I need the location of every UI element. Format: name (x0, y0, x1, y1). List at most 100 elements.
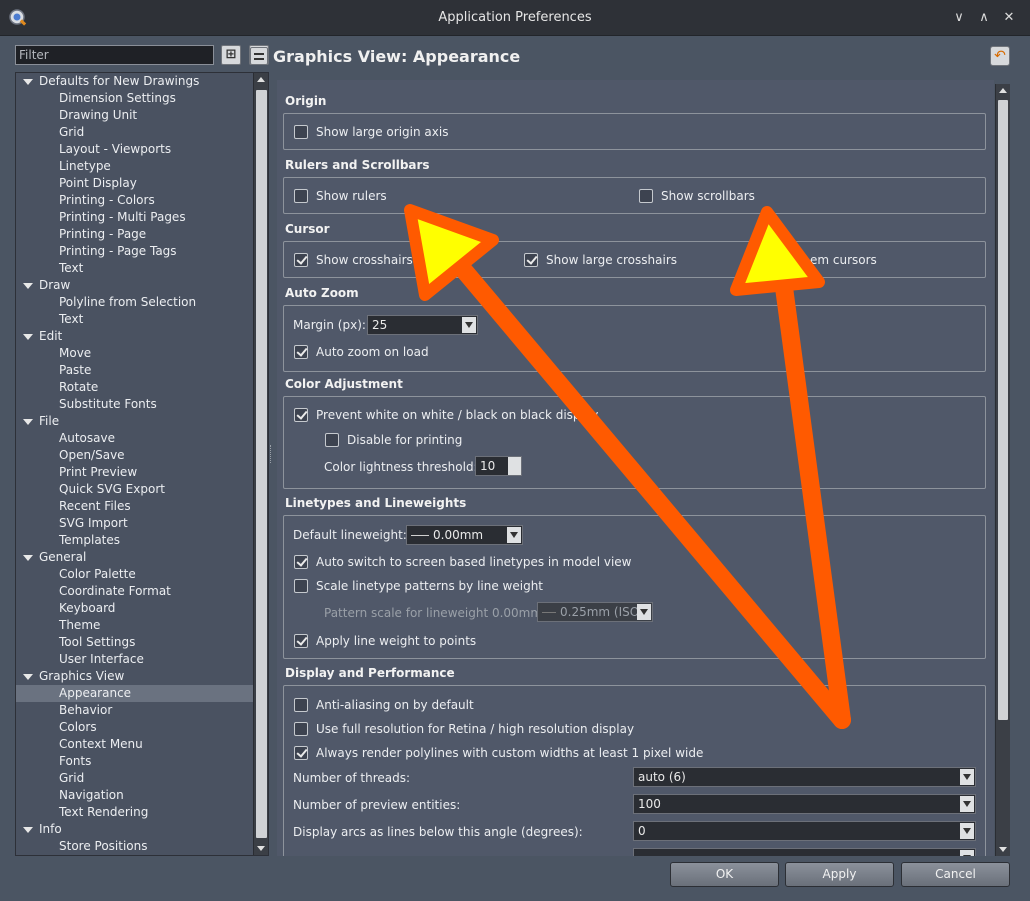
tree-item-color-palette[interactable]: Color Palette (16, 566, 254, 583)
settings-tree[interactable]: Defaults for New Drawings Dimension Setti… (15, 72, 269, 856)
expand-arrow-icon[interactable] (23, 334, 33, 340)
tree-item-printing-colors[interactable]: Printing - Colors (16, 192, 254, 209)
tree-item-behavior[interactable]: Behavior (16, 702, 254, 719)
tree-group-defaults-for-new-drawings[interactable]: Defaults for New Drawings (16, 73, 254, 90)
tree-scrollbar[interactable] (253, 73, 268, 855)
apply-button[interactable]: Apply (785, 862, 894, 887)
tree-item-point-display[interactable]: Point Display (16, 175, 254, 192)
pattern-scale-combo[interactable]: 0.25mm (ISO) (537, 602, 653, 622)
page-collapse-icon[interactable] (250, 47, 268, 65)
filter-input[interactable] (15, 45, 214, 65)
tree-group-edit[interactable]: Edit (16, 328, 254, 345)
tree-item-text[interactable]: Text (16, 260, 254, 277)
splitter-handle[interactable] (270, 445, 272, 463)
lightness-threshold-spinbox[interactable]: 10 (475, 456, 522, 476)
dropdown-arrow-icon[interactable] (507, 527, 521, 543)
dropdown-arrow-icon[interactable] (462, 317, 476, 333)
tree-item-templates[interactable]: Templates (16, 532, 254, 549)
checkbox-icon[interactable] (294, 698, 308, 712)
tree-item-coordinate-format[interactable]: Coordinate Format (16, 583, 254, 600)
checkbox-icon[interactable] (294, 125, 308, 139)
tree-item-polyline-from-selection[interactable]: Polyline from Selection (16, 294, 254, 311)
checkbox-icon[interactable] (294, 189, 308, 203)
checkbox-icon[interactable] (294, 634, 308, 648)
scroll-down-icon[interactable] (999, 847, 1007, 852)
tree-item-printing-page[interactable]: Printing - Page (16, 226, 254, 243)
tree-item-autosave[interactable]: Autosave (16, 430, 254, 447)
tree-item-linetype[interactable]: Linetype (16, 158, 254, 175)
content-scrollbar[interactable] (995, 84, 1010, 856)
checkbox-icon[interactable] (294, 579, 308, 593)
threads-combo[interactable]: auto (6) (633, 767, 976, 787)
tree-item-move[interactable]: Move (16, 345, 254, 362)
spin-up-icon[interactable] (508, 457, 521, 466)
expand-arrow-icon[interactable] (23, 79, 33, 85)
dropdown-arrow-icon[interactable] (960, 796, 974, 812)
tree-item-layout-viewports[interactable]: Layout - Viewports (16, 141, 254, 158)
reset-button[interactable]: ↶ (990, 46, 1010, 66)
tree-item-substitute-fonts[interactable]: Substitute Fonts (16, 396, 254, 413)
checkbox-icon[interactable] (524, 253, 538, 267)
checkbox-icon[interactable] (294, 345, 308, 359)
expand-arrow-icon[interactable] (23, 555, 33, 561)
tree-item-user-interface[interactable]: User Interface (16, 651, 254, 668)
margin-combo[interactable]: 25 (367, 315, 478, 335)
tree-group-file[interactable]: File (16, 413, 254, 430)
close-button[interactable]: ✕ (1000, 9, 1018, 27)
arcs-angle-combo[interactable]: 0 (633, 821, 976, 841)
tree-item-navigation[interactable]: Navigation (16, 787, 254, 804)
scroll-up-icon[interactable] (257, 77, 265, 82)
checkbox-icon[interactable] (294, 408, 308, 422)
tree-item-colors[interactable]: Colors (16, 719, 254, 736)
checkbox-icon[interactable] (294, 722, 308, 736)
checkbox-icon[interactable] (639, 189, 653, 203)
minimize-button[interactable]: ∨ (950, 9, 968, 27)
default-lineweight-combo[interactable]: 0.00mm (406, 525, 523, 545)
tree-item-tool-settings[interactable]: Tool Settings (16, 634, 254, 651)
ok-button[interactable]: OK (670, 862, 779, 887)
tree-item-svg-import[interactable]: SVG Import (16, 515, 254, 532)
scroll-down-icon[interactable] (257, 846, 265, 851)
tree-item-rotate[interactable]: Rotate (16, 379, 254, 396)
expand-arrow-icon[interactable] (23, 283, 33, 289)
tree-item-recent-files[interactable]: Recent Files (16, 498, 254, 515)
tree-item-open-save[interactable]: Open/Save (16, 447, 254, 464)
dropdown-arrow-icon[interactable] (637, 604, 651, 620)
tree-item-printing-multi-pages[interactable]: Printing - Multi Pages (16, 209, 254, 226)
tree-item-grid[interactable]: Grid (16, 770, 254, 787)
expand-all-button[interactable]: ⊞ (221, 45, 241, 65)
spin-down-icon[interactable] (508, 466, 521, 475)
tree-item-paste[interactable]: Paste (16, 362, 254, 379)
checkbox-icon[interactable] (294, 555, 308, 569)
tree-item-keyboard[interactable]: Keyboard (16, 600, 254, 617)
tree-item-quick-svg-export[interactable]: Quick SVG Export (16, 481, 254, 498)
tree-item-fonts[interactable]: Fonts (16, 753, 254, 770)
expand-arrow-icon[interactable] (23, 419, 33, 425)
dropdown-arrow-icon[interactable] (960, 823, 974, 839)
tree-item-text-rendering[interactable]: Text Rendering (16, 804, 254, 821)
checkbox-icon[interactable] (294, 746, 308, 760)
cancel-button[interactable]: Cancel (901, 862, 1010, 887)
expand-arrow-icon[interactable] (23, 674, 33, 680)
dropdown-arrow-icon[interactable] (960, 850, 974, 856)
preview-entities-combo[interactable]: 100 (633, 794, 976, 814)
tree-item-text[interactable]: Text (16, 311, 254, 328)
expand-arrow-icon[interactable] (23, 827, 33, 833)
tree-group-info[interactable]: Info (16, 821, 254, 838)
tree-item-print-preview[interactable]: Print Preview (16, 464, 254, 481)
tree-item-theme[interactable]: Theme (16, 617, 254, 634)
tree-group-graphics-view[interactable]: Graphics View (16, 668, 254, 685)
checkbox-icon[interactable] (325, 433, 339, 447)
dropdown-arrow-icon[interactable] (960, 769, 974, 785)
tree-item-context-menu[interactable]: Context Menu (16, 736, 254, 753)
tree-item-printing-page-tags[interactable]: Printing - Page Tags (16, 243, 254, 260)
tree-item-drawing-unit[interactable]: Drawing Unit (16, 107, 254, 124)
scroll-up-icon[interactable] (999, 88, 1007, 93)
tree-group-general[interactable]: General (16, 549, 254, 566)
tree-item-grid[interactable]: Grid (16, 124, 254, 141)
cut-off-combo[interactable] (633, 848, 976, 856)
maximize-button[interactable]: ∧ (975, 9, 993, 27)
checkbox-icon[interactable] (294, 253, 308, 267)
tree-item-store-positions[interactable]: Store Positions (16, 838, 254, 855)
tree-scrollbar-thumb[interactable] (256, 90, 267, 838)
